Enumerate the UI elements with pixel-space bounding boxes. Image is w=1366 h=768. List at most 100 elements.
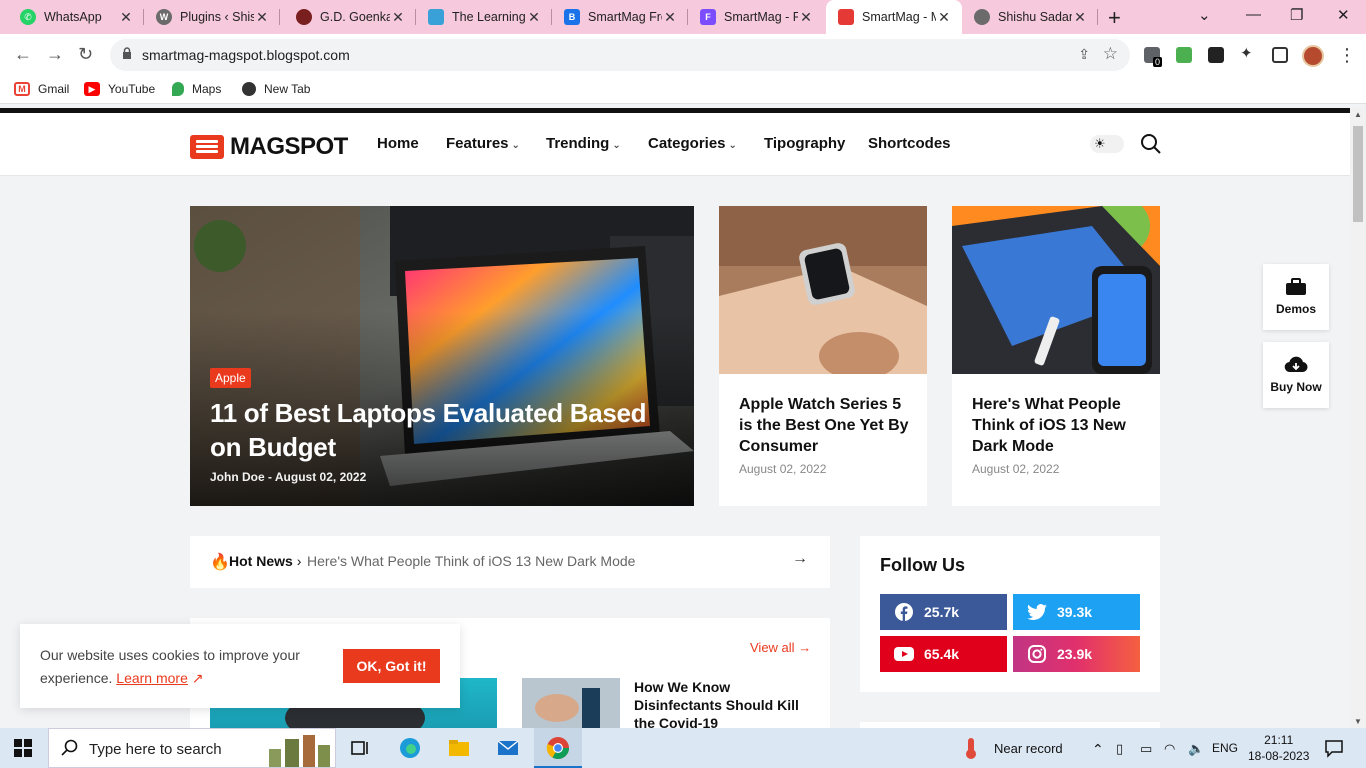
tab-plugins[interactable]: W Plugins ‹ Shis ✕ [144,0,280,34]
post-title[interactable]: How We Know Disinfectants Should Kill th… [634,678,804,732]
back-icon[interactable]: ← [14,44,32,65]
nav-tipography[interactable]: Tipography [764,135,845,152]
language-indicator[interactable]: ENG [1212,741,1238,755]
profile-avatar[interactable] [1302,45,1324,67]
lock-icon[interactable] [122,47,132,59]
bookmark-maps[interactable]: Maps [172,82,221,96]
volume-icon[interactable]: 🔈 [1188,741,1204,757]
bookmark-star-icon[interactable]: ☆ [1103,44,1118,64]
close-window-icon[interactable]: ✕ [1337,6,1350,24]
chrome-menu-icon[interactable]: ⋮ [1338,45,1356,66]
tab-smartmag-active[interactable]: SmartMag - M ✕ [826,0,962,34]
new-tab-icon[interactable]: + [1108,5,1121,31]
share-icon[interactable]: ⇪ [1078,46,1090,63]
hero-post[interactable]: Apple 11 of Best Laptops Evaluated Based… [190,206,694,506]
nav-categories[interactable]: Categories ⌄ [648,135,737,152]
buy-now-button[interactable]: Buy Now [1263,342,1329,408]
close-tab-icon[interactable]: ✕ [1072,9,1088,26]
wifi-icon[interactable]: ◠ [1164,741,1175,757]
post-card[interactable]: Here's What People Think of iOS 13 New D… [952,206,1160,506]
system-clock[interactable]: 21:11 18-08-2023 [1248,732,1309,764]
cookie-accept-button[interactable]: OK, Got it! [343,649,440,683]
task-view-icon[interactable] [349,736,373,760]
side-panel-icon[interactable] [1272,47,1288,63]
extensions-puzzle-icon[interactable]: ✦ [1240,44,1256,62]
edge-icon[interactable] [398,736,422,760]
scrollbar-thumb[interactable] [1353,126,1363,222]
category-badge[interactable]: Apple [210,368,251,388]
nav-label: Shortcodes [868,135,951,152]
tab-gd-goenka[interactable]: G.D. Goenka P ✕ [280,0,416,34]
hot-news-headline[interactable]: Here's What People Think of iOS 13 New D… [307,553,635,569]
post-card[interactable]: Apple Watch Series 5 is the Best One Yet… [719,206,927,506]
close-tab-icon[interactable]: ✕ [662,9,678,26]
windows-start-icon[interactable] [14,739,32,757]
tab-shishu-sadan[interactable]: Shishu Sadan ✕ [962,0,1098,34]
card-title[interactable]: Here's What People Think of iOS 13 New D… [972,394,1142,457]
hero-title[interactable]: 11 of Best Laptops Evaluated Based on Bu… [210,396,680,464]
bookmark-new-tab[interactable]: New Tab [242,82,310,96]
facebook-button[interactable]: 25.7k [880,594,1007,630]
learn-more-link[interactable]: Learn more [116,670,188,686]
nav-features[interactable]: Features ⌄ [446,135,520,152]
wordpress-icon: W [156,9,172,25]
school-crest-icon [296,9,312,25]
close-tab-icon[interactable]: ✕ [390,9,406,26]
maps-icon [172,82,184,96]
extension-dark-icon[interactable] [1208,47,1224,63]
site-logo[interactable]: MAGSPOT [190,133,348,161]
dark-mode-toggle[interactable]: ☀ [1090,135,1124,153]
forward-icon[interactable]: → [46,44,64,65]
post-thumbnail[interactable] [522,678,620,728]
scroll-up-icon[interactable]: ▲ [1354,110,1362,119]
extension-green-icon[interactable] [1176,47,1192,63]
chrome-taskbar-item[interactable] [534,728,582,768]
battery-icon[interactable]: ▭ [1140,741,1152,757]
nav-trending[interactable]: Trending ⌄ [546,135,621,152]
watch-image [719,206,927,374]
taskbar-search-box[interactable]: Type here to search [48,728,336,768]
tab-smartmag-f[interactable]: F SmartMag - F ✕ [688,0,824,34]
card-title[interactable]: Apple Watch Series 5 is the Best One Yet… [739,394,909,457]
close-tab-icon[interactable]: ✕ [526,9,542,26]
scroll-down-icon[interactable]: ▼ [1354,717,1362,726]
notifications-icon[interactable] [1324,736,1344,760]
minimize-icon[interactable]: — [1246,6,1261,23]
close-tab-icon[interactable]: ✕ [936,9,952,26]
reload-icon[interactable]: ↻ [78,44,93,65]
youtube-icon: ▶ [84,82,100,96]
hot-news-ticker: 🔥 Hot News › Here's What People Think of… [190,536,830,588]
weather-text[interactable]: Near record [994,741,1063,756]
bookmark-gmail[interactable]: M Gmail [14,82,69,96]
close-tab-icon[interactable]: ✕ [798,9,814,26]
instagram-button[interactable]: 23.9k [1013,636,1140,672]
file-explorer-icon[interactable] [447,736,471,760]
restore-icon[interactable]: ❐ [1290,6,1303,24]
tab-the-learning[interactable]: The Learning ✕ [416,0,552,34]
mail-icon[interactable] [496,736,520,760]
search-icon[interactable] [1140,133,1162,155]
bookmark-youtube[interactable]: ▶ YouTube [84,82,155,96]
nav-home[interactable]: Home [377,135,419,152]
thermometer-icon[interactable] [962,736,980,760]
tab-smartmag-front[interactable]: B SmartMag Fro ✕ [552,0,688,34]
external-link-icon: ↗ [191,670,204,686]
device-icon[interactable]: ▯ [1116,741,1123,757]
cloud-download-icon [1284,356,1308,373]
page-scrollbar[interactable]: ▲ ▼ [1350,108,1366,728]
tab-search-chevron-icon[interactable]: ⌄ [1198,6,1211,24]
demos-button[interactable]: Demos [1263,264,1329,330]
close-tab-icon[interactable]: ✕ [254,9,270,26]
url-text[interactable]: smartmag-magspot.blogspot.com [142,47,350,63]
nav-shortcodes[interactable]: Shortcodes [868,135,951,152]
card-date: August 02, 2022 [739,462,827,476]
youtube-button[interactable]: 65.4k [880,636,1007,672]
view-all-link[interactable]: View all → [750,640,811,655]
tab-whatsapp[interactable]: ✆ WhatsApp ✕ [0,0,144,34]
chevron-up-icon[interactable]: ⌃ [1092,741,1104,758]
twitter-button[interactable]: 39.3k [1013,594,1140,630]
arrow-right-icon[interactable]: → [792,550,808,568]
chrome-icon [546,737,569,759]
address-bar[interactable]: smartmag-magspot.blogspot.com ⇪ ☆ [110,39,1130,71]
close-tab-icon[interactable]: ✕ [118,9,134,26]
